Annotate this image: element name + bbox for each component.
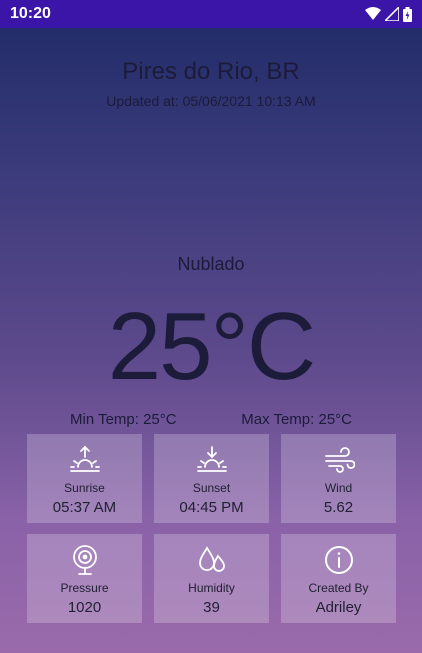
sunrise-card: Sunrise 05:37 AM (27, 434, 142, 523)
weather-status: Nublado (177, 254, 245, 274)
min-temp: Min Temp: 25°C (70, 411, 177, 428)
wind-card: Wind 5.62 (281, 434, 396, 523)
max-temp: Max Temp: 25°C (241, 411, 352, 428)
sunset-value: 04:45 PM (179, 499, 244, 516)
wind-value: 5.62 (323, 499, 354, 516)
created-by-card: Created By Adriley (281, 534, 396, 623)
location-title: Pires do Rio, BR (122, 58, 300, 85)
humidity-icon (198, 546, 225, 572)
signal-icon (385, 7, 399, 21)
created-by-value: Adriley (315, 599, 362, 616)
pressure-card: Pressure 1020 (27, 534, 142, 623)
info-icon (324, 546, 353, 574)
temperature: 25°C (107, 293, 317, 400)
sunrise-icon (69, 445, 100, 472)
status-time: 10:20 (10, 5, 51, 22)
created-by-label: Created By (308, 581, 369, 595)
pressure-icon (72, 545, 97, 575)
sunrise-label: Sunrise (64, 481, 105, 495)
sunset-icon (196, 446, 227, 472)
details-grid: Sunrise 05:37 AM Sunset 04:45 PM Wind 5.… (27, 434, 396, 634)
humidity-label: Humidity (188, 581, 235, 595)
wifi-icon (365, 7, 381, 20)
updated-at: Updated at: 05/06/2021 10:13 AM (106, 93, 316, 109)
humidity-card: Humidity 39 (154, 534, 269, 623)
wind-icon (324, 447, 355, 473)
wind-label: Wind (324, 481, 353, 495)
sunrise-value: 05:37 AM (52, 499, 117, 516)
sunset-card: Sunset 04:45 PM (154, 434, 269, 523)
status-icons (365, 6, 412, 22)
battery-icon (403, 6, 412, 22)
min-max-temp: Min Temp: 25°C Max Temp: 25°C (0, 411, 422, 428)
status-bar: 10:20 (0, 0, 422, 28)
humidity-value: 39 (203, 599, 220, 616)
pressure-value: 1020 (67, 599, 102, 616)
sunset-label: Sunset (192, 481, 231, 495)
pressure-label: Pressure (60, 581, 109, 595)
